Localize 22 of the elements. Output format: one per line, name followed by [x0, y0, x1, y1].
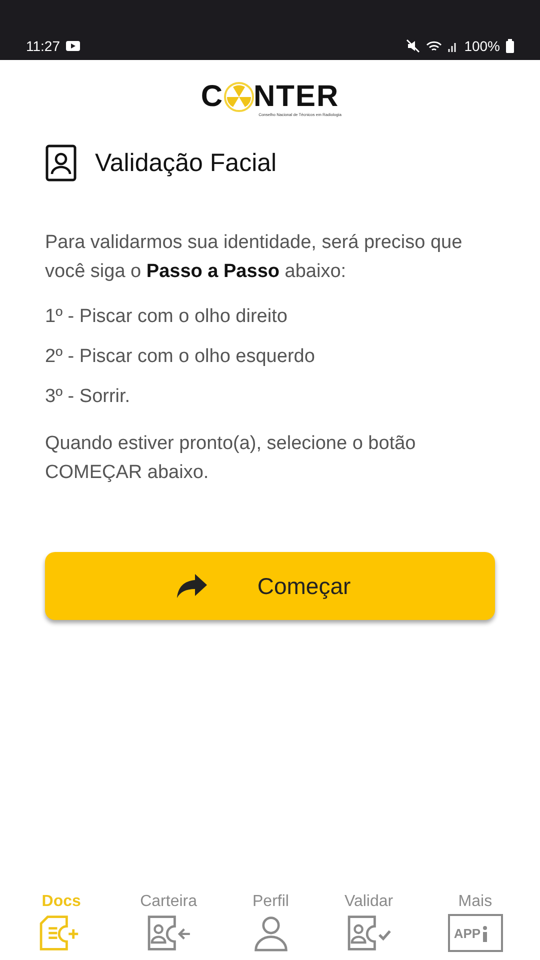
start-button[interactable]: Começar [45, 552, 495, 620]
nav-tab[interactable]: Carteira [140, 893, 197, 952]
nav-tab[interactable]: Perfil [252, 893, 290, 952]
wifi-icon [426, 40, 442, 52]
person-icon [252, 914, 290, 952]
mute-icon [406, 39, 420, 53]
step-text: 2º - Piscar com o olho esquerdo [45, 345, 316, 369]
page-title: Validação Facial [95, 148, 277, 178]
share-arrow-icon [175, 572, 210, 600]
app-info-icon: APP [448, 914, 503, 952]
intro-text: Para validarmos sua identidade, será preciso que você siga o Passo a Passo abaixo: [45, 231, 464, 284]
nav-tab[interactable]: Mais APP [448, 893, 503, 952]
step-text: 3º - Sorrir. [45, 385, 132, 409]
video-icon [66, 41, 80, 51]
battery-icon [506, 39, 514, 53]
instruction-text: Quando estiver pronto(a), selecione o botão COMEÇAR abaixo. [45, 432, 417, 485]
clock: 11:27 [26, 38, 60, 54]
battery-level: 100% [464, 38, 500, 54]
signal-icon [448, 40, 458, 52]
id-badge-icon [45, 144, 77, 182]
nav-tab[interactable]: Validar [344, 893, 394, 952]
step-text: 1º - Piscar com o olho direito [45, 305, 288, 329]
